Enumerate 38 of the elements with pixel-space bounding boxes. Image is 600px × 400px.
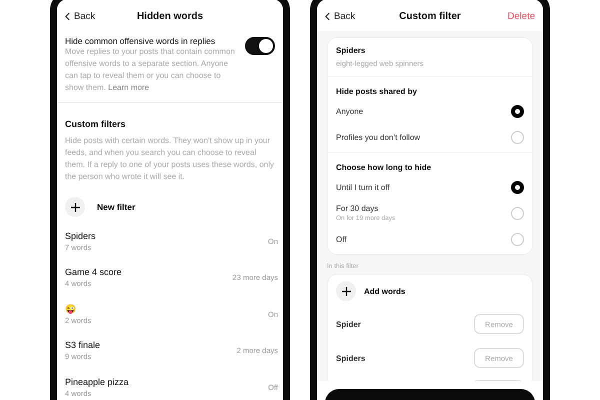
filter-name: 😜	[65, 304, 77, 314]
screen-title: Custom filter	[399, 10, 461, 22]
option-group-title: Choose how long to hide	[336, 163, 432, 172]
radio-option[interactable]: Until I turn it off	[336, 174, 524, 200]
option-group-title: Hide posts shared by	[336, 87, 418, 96]
radio-option[interactable]: Anyone	[336, 98, 524, 124]
section-description: Hide posts with certain words. They won't show up in your feeds, and when you search you can choose to reveal them. If a reply to one of your posts uses these words, only the person who wrote it will see it.	[65, 135, 275, 183]
word-label: Spiders	[336, 354, 366, 362]
learn-more-link[interactable]: Learn more	[108, 83, 150, 92]
filter-name: Spiders	[65, 230, 97, 241]
back-chevron-icon	[65, 12, 70, 20]
back-button[interactable]: Back	[325, 10, 356, 22]
back-chevron-icon	[325, 12, 330, 20]
radio-option[interactable]: Off	[336, 226, 524, 252]
add-icon	[336, 281, 356, 301]
filter-name: S3 finale	[65, 340, 102, 350]
radio-button[interactable]	[511, 180, 524, 194]
radio-option[interactable]: Profiles you don’t follow	[336, 124, 524, 150]
option-label: Profiles you don’t follow	[336, 132, 420, 142]
word-label: Spider	[336, 320, 361, 328]
setting-description: Move replies to your posts that contain common offensive words to a separate section. Anyone can tap to reveal them or you can choose to show them. Learn more	[65, 46, 236, 94]
setting-label: Hide common offensive words in replies	[65, 36, 216, 46]
add-words-button[interactable]: Add words	[328, 275, 414, 307]
section-title: Custom filters	[65, 119, 127, 129]
radio-button[interactable]	[511, 104, 524, 118]
delete-button[interactable]: Delete	[508, 10, 535, 22]
screen-title: Hidden words	[136, 10, 204, 22]
new-filter-button[interactable]: New filter	[65, 197, 136, 217]
option-label: Anyone	[336, 106, 364, 116]
filter-name: Pineapple pizza	[65, 376, 130, 387]
filter-name: Game 4 score	[65, 267, 123, 278]
option-label: Off	[336, 234, 347, 244]
option-label: Until I turn it off	[336, 182, 390, 192]
back-button[interactable]: Back	[65, 10, 96, 22]
option-label: For 30 days	[336, 204, 380, 213]
add-icon	[65, 197, 85, 217]
toggle-switch[interactable]	[245, 37, 275, 55]
filter-name: Spiders	[336, 46, 366, 55]
